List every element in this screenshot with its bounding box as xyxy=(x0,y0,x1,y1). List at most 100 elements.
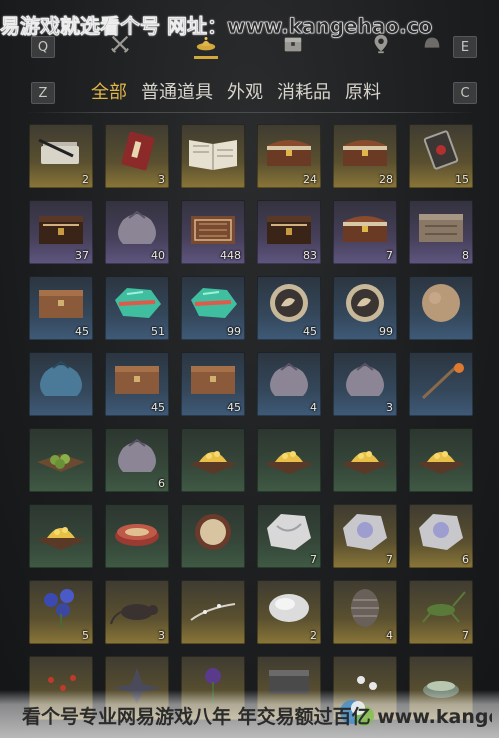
tab-materials[interactable]: 原料 xyxy=(345,78,381,106)
inventory-slot[interactable]: 3 xyxy=(105,580,169,644)
inventory-grid: 2 3 24 28 15 37 40 448 83 7 8 45 51 99 45 99 45 45 4 3 6 7 7 6 5… xyxy=(29,124,473,720)
inventory-slot[interactable]: 40 xyxy=(105,200,169,264)
inventory-slot[interactable]: 7 xyxy=(257,504,321,568)
item-count: 45 xyxy=(151,401,165,414)
inventory-slot[interactable]: 4 xyxy=(257,352,321,416)
inventory-slot[interactable] xyxy=(181,428,245,492)
inventory-slot[interactable]: 7 xyxy=(333,200,397,264)
tab-appearance[interactable]: 外观 xyxy=(227,78,263,106)
cloth-pouch-icon xyxy=(109,432,165,478)
inventory-slot[interactable]: 99 xyxy=(181,276,245,340)
white-mineral-icon xyxy=(261,508,317,554)
dark-chest-icon xyxy=(33,204,89,250)
item-count: 7 xyxy=(462,629,469,642)
category-tabs: 全部 普通道具 外观 消耗品 原料 xyxy=(91,78,381,106)
inventory-slot[interactable]: 6 xyxy=(105,428,169,492)
white-fluff-icon xyxy=(261,584,317,630)
inventory-slot[interactable] xyxy=(409,276,473,340)
tab-consumables[interactable]: 消耗品 xyxy=(277,78,331,106)
plain-crate-icon xyxy=(33,280,89,326)
inventory-slot[interactable] xyxy=(257,428,321,492)
herb-plate-icon xyxy=(33,432,89,478)
inventory-slot[interactable] xyxy=(105,504,169,568)
item-count: 7 xyxy=(386,553,393,566)
inventory-slot[interactable]: 448 xyxy=(181,200,245,264)
item-count: 45 xyxy=(227,401,241,414)
red-tin-icon xyxy=(109,508,165,554)
stone-ball-icon xyxy=(413,280,469,326)
watermark-bottom-text: 看个号专业网易游戏八年 年交易额过百亿 www.kangehao.com xyxy=(22,706,492,728)
item-count: 7 xyxy=(310,553,317,566)
inventory-slot[interactable] xyxy=(333,428,397,492)
branch-icon xyxy=(185,584,241,630)
item-count: 51 xyxy=(151,325,165,338)
inventory-slot[interactable]: 8 xyxy=(409,200,473,264)
active-tab-indicator xyxy=(194,56,218,59)
inventory-slot[interactable]: 37 xyxy=(29,200,93,264)
item-count: 28 xyxy=(379,173,393,186)
inventory-slot[interactable]: 51 xyxy=(105,276,169,340)
item-count: 6 xyxy=(462,553,469,566)
inventory-slot[interactable]: 3 xyxy=(333,352,397,416)
plain-crate-icon xyxy=(109,356,165,402)
item-count: 45 xyxy=(303,325,317,338)
inventory-slot[interactable]: 4 xyxy=(333,580,397,644)
item-count: 448 xyxy=(220,249,241,262)
item-count: 6 xyxy=(158,477,165,490)
cloth-pouch-icon xyxy=(109,204,165,250)
watermark-top-text: 易游戏就选看个号 网址：www.kangehao.co xyxy=(0,14,433,39)
inventory-slot[interactable]: 3 xyxy=(105,124,169,188)
watermark-top: 易游戏就选看个号 网址：www.kangehao.co xyxy=(0,10,499,40)
item-count: 7 xyxy=(386,249,393,262)
item-count: 3 xyxy=(158,629,165,642)
cloth-pouch-icon xyxy=(261,356,317,402)
plain-crate-icon xyxy=(185,356,241,402)
wooden-chest-icon xyxy=(337,128,393,174)
inventory-slot[interactable] xyxy=(29,504,93,568)
inventory-slot[interactable] xyxy=(29,352,93,416)
inventory-slot[interactable] xyxy=(409,428,473,492)
bird-coin-icon xyxy=(261,280,317,326)
inventory-slot[interactable] xyxy=(181,580,245,644)
jade-ore-icon xyxy=(185,280,241,326)
pine-cone-icon xyxy=(337,584,393,630)
inventory-slot[interactable] xyxy=(409,352,473,416)
inventory-slot[interactable]: 24 xyxy=(257,124,321,188)
item-count: 4 xyxy=(310,401,317,414)
item-count: 40 xyxy=(151,249,165,262)
cricket-icon xyxy=(413,584,469,630)
inventory-slot[interactable]: 28 xyxy=(333,124,397,188)
inventory-slot[interactable]: 6 xyxy=(409,504,473,568)
inventory-slot[interactable]: 5 xyxy=(29,580,93,644)
inventory-slot[interactable]: 83 xyxy=(257,200,321,264)
inventory-slot[interactable]: 45 xyxy=(29,276,93,340)
open-book-icon xyxy=(185,128,241,174)
inventory-slot[interactable] xyxy=(181,124,245,188)
inventory-slot[interactable]: 99 xyxy=(333,276,397,340)
lantern-pole-icon xyxy=(413,356,469,402)
inventory-slot[interactable]: 2 xyxy=(29,124,93,188)
category-row: Z 全部 普通道具 外观 消耗品 原料 C xyxy=(0,78,499,106)
item-count: 99 xyxy=(227,325,241,338)
item-count: 3 xyxy=(386,401,393,414)
item-count: 99 xyxy=(379,325,393,338)
wooden-chest-icon xyxy=(261,128,317,174)
tab-all[interactable]: 全部 xyxy=(91,78,127,106)
ornate-box-icon xyxy=(185,204,241,250)
crystal-slab-icon xyxy=(337,508,393,554)
gold-pile-icon xyxy=(185,432,241,478)
item-count: 37 xyxy=(75,249,89,262)
inventory-slot[interactable] xyxy=(181,504,245,568)
inventory-slot[interactable]: 15 xyxy=(409,124,473,188)
crystal-slab-icon xyxy=(413,508,469,554)
inventory-slot[interactable]: 7 xyxy=(333,504,397,568)
inventory-slot[interactable]: 7 xyxy=(409,580,473,644)
rat-icon xyxy=(109,584,165,630)
inventory-slot[interactable]: 2 xyxy=(257,580,321,644)
inventory-slot[interactable]: 45 xyxy=(181,352,245,416)
bird-coin-icon xyxy=(337,280,393,326)
inventory-slot[interactable] xyxy=(29,428,93,492)
inventory-slot[interactable]: 45 xyxy=(105,352,169,416)
inventory-slot[interactable]: 45 xyxy=(257,276,321,340)
tab-general-items[interactable]: 普通道具 xyxy=(141,78,213,106)
